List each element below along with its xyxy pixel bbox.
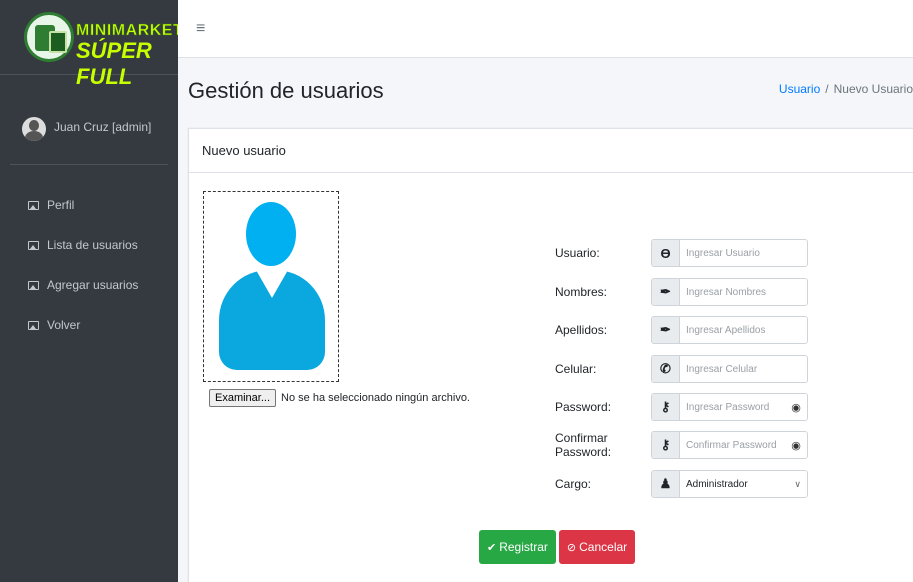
cargo-selected-value: Administrador (686, 478, 748, 490)
form-row-usuario: Usuario: ϴ (555, 239, 808, 267)
usuario-input[interactable] (680, 240, 807, 266)
key-icon: ⚷ (652, 432, 680, 458)
nombres-input-group: ✒ (651, 278, 808, 306)
key-icon: ⚷ (652, 394, 680, 420)
ban-icon: ⊘ (566, 541, 577, 554)
sidebar-item-lista-usuarios[interactable]: Lista de usuarios (0, 225, 178, 265)
user-tie-icon: ♟ (652, 471, 680, 497)
sidebar-item-label: Agregar usuarios (47, 278, 139, 292)
chevron-down-icon: ∨ (794, 478, 801, 489)
apellidos-input[interactable] (680, 317, 807, 343)
usuario-label: Usuario: (555, 246, 600, 260)
user-silhouette-neck (256, 270, 288, 298)
new-user-card: Nuevo usuario Examinar... No se ha selec… (188, 128, 913, 582)
nombres-label: Nombres: (555, 285, 608, 299)
eye-icon[interactable]: ◉ (785, 432, 807, 458)
apellidos-input-group: ✒ (651, 316, 808, 344)
register-button[interactable]: ✔ Registrar (479, 530, 556, 564)
confirm-password-input-group: ⚷ ◉ (651, 431, 808, 459)
user-panel: Juan Cruz [admin] (10, 75, 168, 165)
user-circle-icon: ϴ (652, 240, 680, 266)
brand[interactable]: MINIMARKET SÚPER FULL (0, 0, 183, 89)
hamburger-menu-icon[interactable]: ≡ (196, 20, 205, 38)
breadcrumb-current: Nuevo Usuario (833, 82, 913, 96)
sidebar-item-label: Lista de usuarios (47, 238, 138, 252)
image-icon (28, 200, 39, 210)
sidebar-item-label: Perfil (47, 198, 75, 212)
form-row-apellidos: Apellidos: ✒ (555, 316, 808, 344)
form-row-password: Password: ⚷ ◉ (555, 393, 808, 421)
signature-icon: ✒ (652, 317, 680, 343)
confirm-password-label: Confirmar Password: (555, 431, 612, 459)
breadcrumb-separator: / (825, 82, 829, 96)
sidebar-item-label: Volver (47, 318, 81, 332)
form-row-celular: Celular: ✆ (555, 355, 808, 383)
register-button-label: Registrar (499, 540, 548, 554)
cancel-button[interactable]: ⊘ Cancelar (558, 530, 636, 564)
nombres-input[interactable] (680, 279, 807, 305)
form-row-cargo: Cargo: ♟ Administrador ∨ (555, 470, 808, 498)
avatar (22, 117, 46, 141)
sidebar-item-agregar-usuarios[interactable]: Agregar usuarios (0, 265, 178, 305)
user-name[interactable]: Juan Cruz [admin] (54, 120, 151, 134)
image-icon (28, 280, 39, 290)
sidebar-nav: Perfil Lista de usuarios Agregar usuario… (0, 165, 178, 345)
password-input[interactable] (680, 394, 785, 420)
browse-button[interactable]: Examinar... (209, 389, 277, 407)
breadcrumb: Usuario / Nuevo Usuario (779, 82, 913, 96)
sidebar: MINIMARKET SÚPER FULL Juan Cruz [admin] … (0, 0, 183, 582)
eye-icon[interactable]: ◉ (785, 394, 807, 420)
phone-icon: ✆ (652, 356, 680, 382)
form-row-nombres: Nombres: ✒ (555, 278, 808, 306)
file-input[interactable]: Examinar... No se ha seleccionado ningún… (209, 389, 470, 407)
celular-input[interactable] (680, 356, 807, 382)
celular-input-group: ✆ (651, 355, 808, 383)
check-circle-icon: ✔ (487, 541, 497, 554)
top-navbar: ≡ (178, 0, 913, 58)
image-icon (28, 320, 39, 330)
cancel-button-label: Cancelar (579, 540, 628, 554)
user-photo-preview (203, 191, 339, 382)
minimarket-logo-icon (24, 12, 74, 62)
password-input-group: ⚷ ◉ (651, 393, 808, 421)
confirm-password-input[interactable] (680, 432, 785, 458)
file-status: No se ha seleccionado ningún archivo. (281, 392, 470, 404)
cargo-select[interactable]: Administrador ∨ (680, 471, 807, 497)
image-icon (28, 240, 39, 250)
sidebar-item-volver[interactable]: Volver (0, 305, 178, 345)
card-title: Nuevo usuario (189, 129, 913, 173)
apellidos-label: Apellidos: (555, 323, 608, 337)
password-label: Password: (555, 400, 612, 414)
cargo-select-group: ♟ Administrador ∨ (651, 470, 808, 498)
form-actions: ✔ Registrar ⊘ Cancelar (479, 530, 636, 564)
form-row-confirm-password: Confirmar Password: ⚷ ◉ (555, 431, 808, 459)
usuario-input-group: ϴ (651, 239, 808, 267)
sidebar-item-perfil[interactable]: Perfil (0, 185, 178, 225)
signature-icon: ✒ (652, 279, 680, 305)
cargo-label: Cargo: (555, 477, 592, 491)
celular-label: Celular: (555, 362, 597, 376)
page-title: Gestión de usuarios (188, 78, 384, 103)
user-silhouette-icon (246, 202, 296, 266)
breadcrumb-link-usuario[interactable]: Usuario (779, 82, 820, 96)
